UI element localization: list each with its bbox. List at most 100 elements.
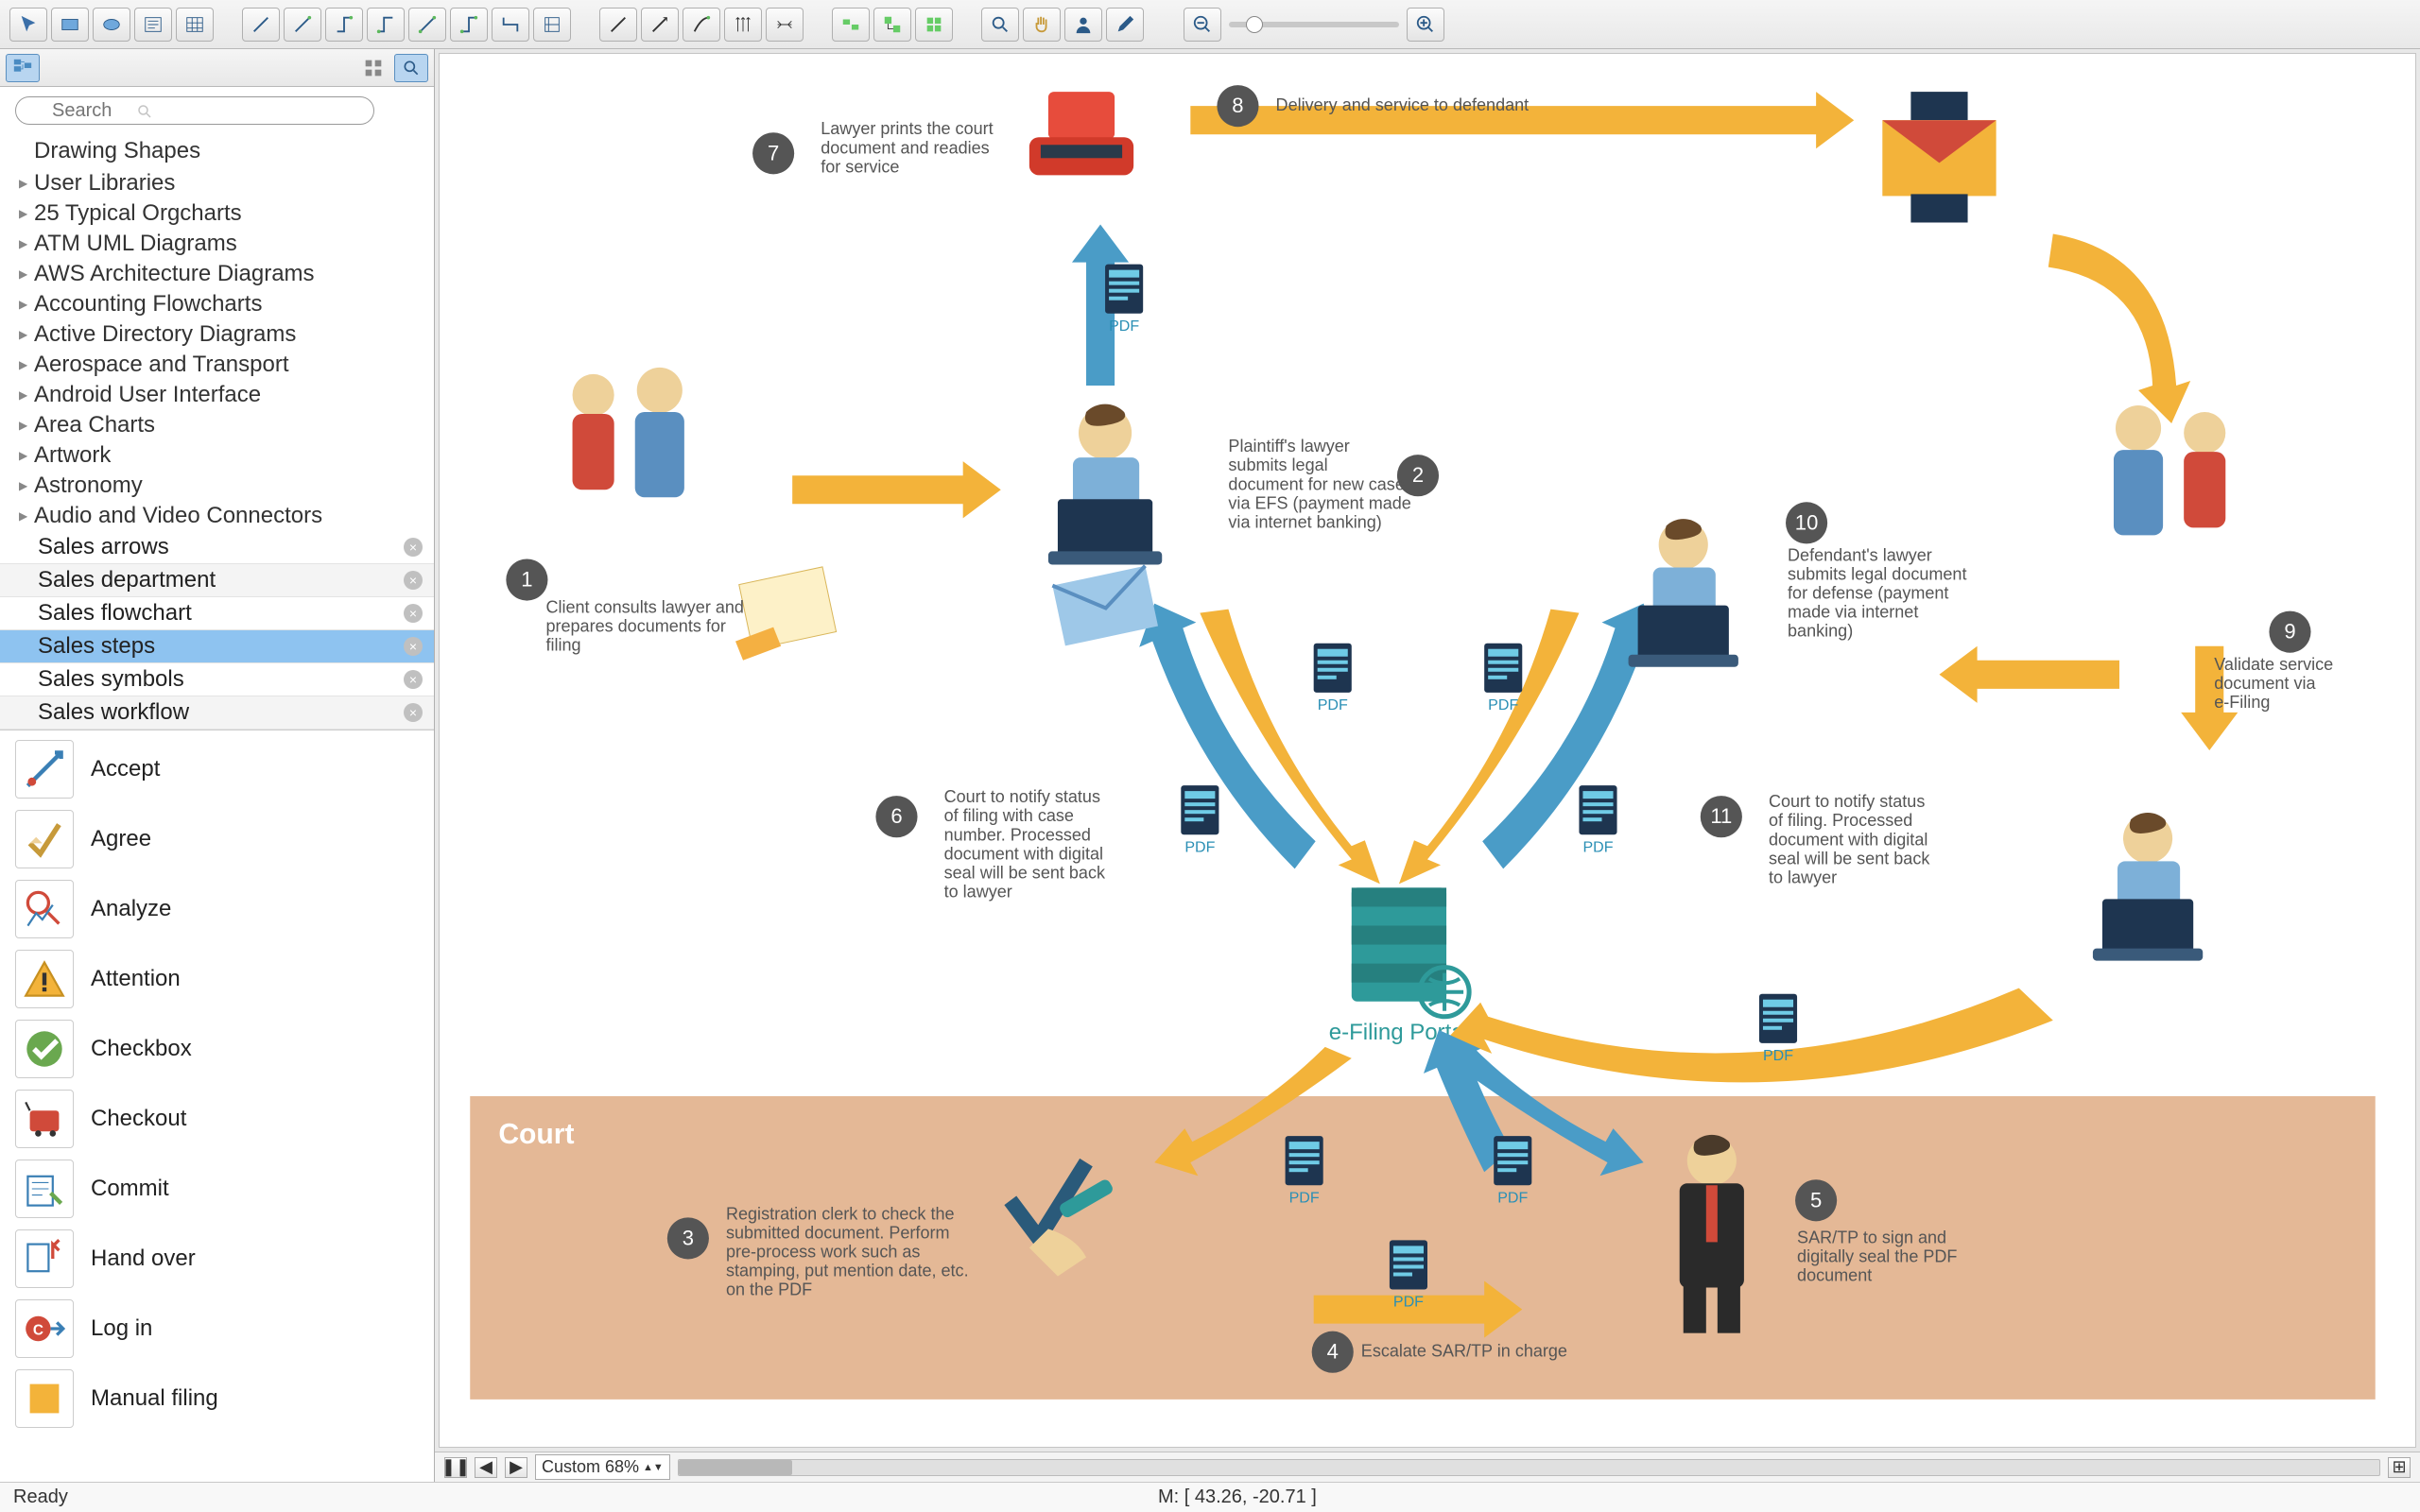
color-picker-tool[interactable] — [1106, 8, 1144, 42]
svg-text:PDF: PDF — [1488, 696, 1518, 713]
diagram-svg: Court e-Filing Portal — [440, 54, 2415, 1447]
step-7: 7Lawyer prints the courtdocument and rea… — [752, 119, 994, 176]
arrow-1-2 — [792, 461, 1001, 518]
svg-text:banking): banking) — [1788, 622, 1853, 641]
connector-1[interactable] — [242, 8, 280, 42]
library-header[interactable]: Drawing Shapes — [0, 134, 434, 168]
connector-4[interactable] — [367, 8, 405, 42]
library-item[interactable]: 25 Typical Orgcharts — [0, 198, 434, 229]
library-item[interactable]: Aerospace and Transport — [0, 350, 434, 380]
library-tab[interactable]: Sales department× — [0, 564, 434, 597]
library-tab[interactable]: Sales arrows× — [0, 531, 434, 564]
shape-item[interactable]: Commit — [0, 1154, 434, 1224]
page-next[interactable]: ▶ — [505, 1457, 527, 1478]
close-icon[interactable]: × — [404, 538, 423, 557]
library-item[interactable]: AWS Architecture Diagrams — [0, 259, 434, 289]
line-2[interactable] — [641, 8, 679, 42]
library-tabs: Sales arrows×Sales department×Sales flow… — [0, 531, 434, 730]
connector-3[interactable] — [325, 8, 363, 42]
close-icon[interactable]: × — [404, 670, 423, 689]
line-5[interactable] — [766, 8, 804, 42]
shape-item[interactable]: Accept — [0, 734, 434, 804]
shape-item[interactable]: CLog in — [0, 1294, 434, 1364]
pan-tool[interactable] — [1023, 8, 1061, 42]
library-tab[interactable]: Sales symbols× — [0, 663, 434, 696]
library-tab[interactable]: Sales workflow× — [0, 696, 434, 730]
svg-text:stamping, put mention date, et: stamping, put mention date, etc. — [726, 1262, 969, 1280]
ellipse-tool[interactable] — [93, 8, 130, 42]
shape-item[interactable]: Checkbox — [0, 1014, 434, 1084]
shape-item[interactable]: Attention — [0, 944, 434, 1014]
step-11: 11Court to notify statusof filing. Proce… — [1701, 792, 1931, 886]
rectangle-tool[interactable] — [51, 8, 89, 42]
zoom-selector[interactable]: Custom 68% ▲▼ — [535, 1454, 670, 1480]
library-item[interactable]: Active Directory Diagrams — [0, 319, 434, 350]
list-search-icon[interactable] — [394, 54, 428, 82]
library-tab[interactable]: Sales steps× — [0, 630, 434, 663]
shape-item[interactable]: Manual filing — [0, 1364, 434, 1434]
align-3[interactable] — [915, 8, 953, 42]
library-item[interactable]: Area Charts — [0, 410, 434, 440]
snap-toggle[interactable]: ⊞ — [2388, 1457, 2411, 1478]
table-tool[interactable] — [176, 8, 214, 42]
library-tab[interactable]: Sales flowchart× — [0, 597, 434, 630]
svg-text:PDF: PDF — [1582, 838, 1613, 855]
library-item[interactable]: Artwork — [0, 440, 434, 471]
selection-tool[interactable] — [9, 8, 47, 42]
zoom-out-button[interactable] — [1184, 8, 1221, 42]
close-icon[interactable]: × — [404, 604, 423, 623]
connector-7[interactable] — [492, 8, 529, 42]
align-1[interactable] — [832, 8, 870, 42]
line-4[interactable] — [724, 8, 762, 42]
library-item[interactable]: ATM UML Diagrams — [0, 229, 434, 259]
library-item[interactable]: Android User Interface — [0, 380, 434, 410]
shape-item[interactable]: Agree — [0, 804, 434, 874]
connector-5[interactable] — [408, 8, 446, 42]
close-icon[interactable]: × — [404, 637, 423, 656]
grid-view-icon[interactable] — [356, 54, 390, 82]
svg-text:11: 11 — [1710, 804, 1732, 828]
svg-text:submits legal: submits legal — [1228, 455, 1327, 474]
svg-text:to lawyer: to lawyer — [1769, 868, 1837, 886]
line-3[interactable] — [683, 8, 720, 42]
svg-text:2: 2 — [1412, 463, 1424, 487]
shape-item[interactable]: Checkout — [0, 1084, 434, 1154]
search-input[interactable] — [15, 96, 374, 125]
connector-6[interactable] — [450, 8, 488, 42]
svg-text:to lawyer: to lawyer — [944, 882, 1012, 901]
align-2[interactable] — [873, 8, 911, 42]
sidebar-toolbar — [0, 49, 434, 87]
library-tree-icon[interactable] — [6, 54, 40, 82]
close-icon[interactable]: × — [404, 571, 423, 590]
zoom-tool[interactable] — [981, 8, 1019, 42]
pdf-icon: PDF — [1390, 1240, 1427, 1310]
line-1[interactable] — [599, 8, 637, 42]
library-item[interactable]: Audio and Video Connectors — [0, 501, 434, 531]
svg-text:6: 6 — [890, 804, 902, 828]
svg-text:Plaintiff's lawyer: Plaintiff's lawyer — [1228, 437, 1349, 455]
pages-panel-toggle[interactable]: ❚❚ — [444, 1457, 467, 1478]
library-item[interactable]: User Libraries — [0, 168, 434, 198]
svg-text:4: 4 — [1327, 1340, 1339, 1364]
close-icon[interactable]: × — [404, 703, 423, 722]
h-scrollbar[interactable] — [678, 1459, 2380, 1476]
drawing-canvas[interactable]: Court e-Filing Portal — [439, 53, 2416, 1448]
shape-item[interactable]: Analyze — [0, 874, 434, 944]
svg-text:Defendant's lawyer: Defendant's lawyer — [1788, 545, 1932, 564]
mouse-coordinates: M: [ 43.26, -20.71 ] — [1158, 1486, 1317, 1508]
shape-item[interactable]: Hand over — [0, 1224, 434, 1294]
connector-8[interactable] — [533, 8, 571, 42]
svg-text:SAR/TP to sign and: SAR/TP to sign and — [1797, 1228, 1946, 1246]
search-icon — [136, 103, 153, 120]
library-item[interactable]: Accounting Flowcharts — [0, 289, 434, 319]
text-tool[interactable] — [134, 8, 172, 42]
connector-2[interactable] — [284, 8, 321, 42]
user-tool[interactable] — [1064, 8, 1102, 42]
library-item[interactable]: Astronomy — [0, 471, 434, 501]
zoom-slider[interactable] — [1229, 22, 1399, 27]
page-prev[interactable]: ◀ — [475, 1457, 497, 1478]
zoom-in-button[interactable] — [1407, 8, 1444, 42]
svg-text:PDF: PDF — [1109, 318, 1139, 335]
shape-label: Hand over — [91, 1246, 196, 1272]
pdf-icon: PDF — [1494, 1136, 1531, 1206]
